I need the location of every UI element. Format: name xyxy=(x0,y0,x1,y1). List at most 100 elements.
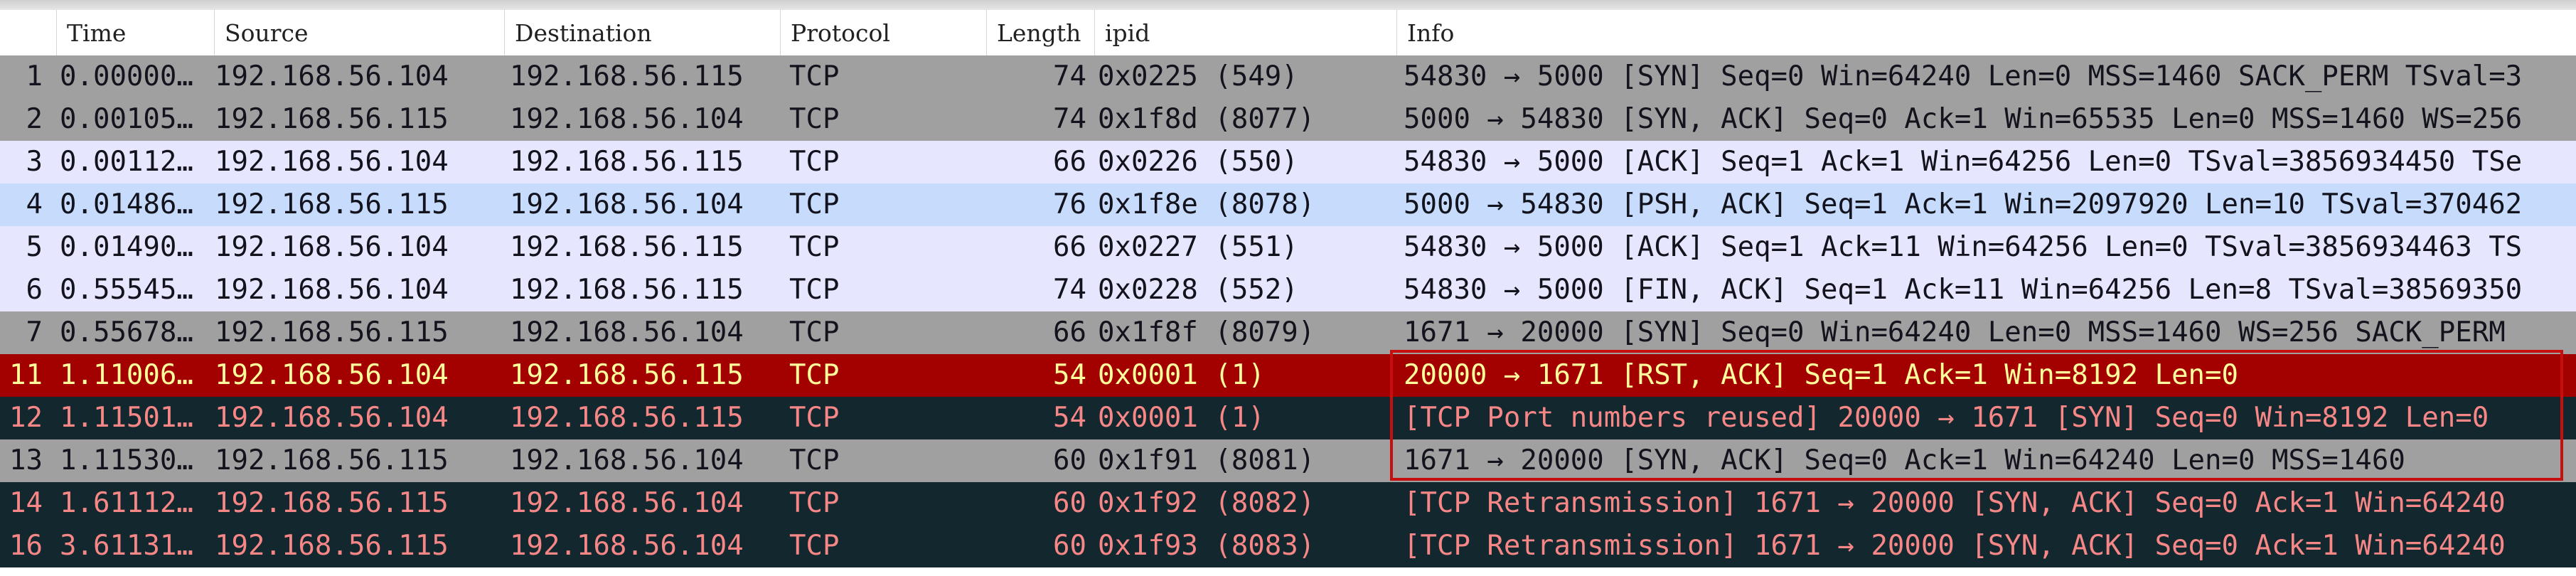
packet-length-cell: 74 xyxy=(1053,274,1086,306)
packet-ipid-cell: 0x0225 (549) xyxy=(1098,60,1298,92)
packet-source-cell: 192.168.56.104 xyxy=(215,359,449,391)
packet-no-cell: 12 xyxy=(9,402,43,434)
packet-ipid-cell: 0x0001 (1) xyxy=(1098,359,1265,391)
packet-protocol-cell: TCP xyxy=(789,188,840,220)
packet-length-cell: 66 xyxy=(1053,231,1086,263)
packet-info-cell: 1671 → 20000 [SYN] Seq=0 Win=64240 Len=0… xyxy=(1404,316,2506,348)
packet-info-cell: 54830 → 5000 [ACK] Seq=1 Ack=1 Win=64256… xyxy=(1404,146,2523,178)
packet-info-cell: 20000 → 1671 [RST, ACK] Seq=1 Ack=1 Win=… xyxy=(1404,359,2238,391)
packet-row[interactable]: 2 0.00105… 192.168.56.115 192.168.56.104 TCP… xyxy=(0,98,2576,141)
packet-row[interactable]: 14 1.61112… 192.168.56.115 192.168.56.104 TC… xyxy=(0,482,2576,525)
packet-time-cell: 0.00000… xyxy=(60,60,193,92)
packet-destination-cell: 192.168.56.104 xyxy=(510,444,744,476)
packet-protocol-cell: TCP xyxy=(789,231,840,263)
packet-row[interactable]: 4 0.01486… 192.168.56.115 192.168.56.104 TCP… xyxy=(0,183,2576,226)
packet-no-cell: 2 xyxy=(26,103,43,135)
packet-ipid-cell: 0x1f92 (8082) xyxy=(1098,487,1315,519)
column-header-time[interactable]: Time xyxy=(57,10,215,55)
packet-destination-cell: 192.168.56.115 xyxy=(510,402,744,434)
packet-no-cell: 4 xyxy=(26,188,43,220)
packet-destination-cell: 192.168.56.115 xyxy=(510,274,744,306)
packet-time-cell: 1.11006… xyxy=(60,359,193,391)
packet-no-cell: 1 xyxy=(26,60,43,92)
packet-source-cell: 192.168.56.104 xyxy=(215,146,449,178)
packet-protocol-cell: TCP xyxy=(789,359,840,391)
packet-ipid-cell: 0x0227 (551) xyxy=(1098,231,1298,263)
packet-time-cell: 0.01486… xyxy=(60,188,193,220)
packet-list-header: Time Source Destination Protocol Length … xyxy=(0,10,2576,56)
packet-protocol-cell: TCP xyxy=(789,146,840,178)
packet-no-cell: 3 xyxy=(26,146,43,178)
column-header-no[interactable] xyxy=(0,10,57,55)
column-header-protocol[interactable]: Protocol xyxy=(781,10,987,55)
column-header-length[interactable]: Length xyxy=(987,10,1095,55)
packet-destination-cell: 192.168.56.115 xyxy=(510,231,744,263)
packet-protocol-cell: TCP xyxy=(789,402,840,434)
packet-length-cell: 76 xyxy=(1053,188,1086,220)
packet-source-cell: 192.168.56.104 xyxy=(215,231,449,263)
packet-row[interactable]: 1 0.00000… 192.168.56.104 192.168.56.115 TCP… xyxy=(0,55,2576,98)
packet-row[interactable]: 3 0.00112… 192.168.56.104 192.168.56.115 TCP… xyxy=(0,141,2576,183)
packet-destination-cell: 192.168.56.115 xyxy=(510,359,744,391)
packet-ipid-cell: 0x0228 (552) xyxy=(1098,274,1298,306)
packet-protocol-cell: TCP xyxy=(789,274,840,306)
packet-length-cell: 54 xyxy=(1053,359,1086,391)
packet-protocol-cell: TCP xyxy=(789,103,840,135)
packet-list-window: Time Source Destination Protocol Length … xyxy=(0,0,2576,576)
packet-length-cell: 60 xyxy=(1053,530,1086,562)
packet-time-cell: 1.11501… xyxy=(60,402,193,434)
packet-destination-cell: 192.168.56.104 xyxy=(510,487,744,519)
packet-row[interactable]: 16 3.61131… 192.168.56.115 192.168.56.104 TC… xyxy=(0,525,2576,567)
packet-row[interactable]: 6 0.55545… 192.168.56.104 192.168.56.115 TCP… xyxy=(0,269,2576,311)
pane-splitter[interactable] xyxy=(0,0,2576,11)
packet-ipid-cell: 0x1f8d (8077) xyxy=(1098,103,1315,135)
packet-source-cell: 192.168.56.115 xyxy=(215,316,449,348)
packet-destination-cell: 192.168.56.104 xyxy=(510,188,744,220)
packet-protocol-cell: TCP xyxy=(789,444,840,476)
column-header-ipid[interactable]: ipid xyxy=(1095,10,1397,55)
packet-info-cell: [TCP Port numbers reused] 20000 → 1671 [… xyxy=(1404,402,2489,434)
packet-protocol-cell: TCP xyxy=(789,487,840,519)
packet-row[interactable]: 11 1.11006… 192.168.56.104 192.168.56.115 TC… xyxy=(0,354,2576,397)
packet-destination-cell: 192.168.56.104 xyxy=(510,530,744,562)
packet-source-cell: 192.168.56.104 xyxy=(215,402,449,434)
packet-no-cell: 16 xyxy=(9,530,43,562)
packet-length-cell: 66 xyxy=(1053,316,1086,348)
packet-time-cell: 1.11530… xyxy=(60,444,193,476)
packet-no-cell: 6 xyxy=(26,274,43,306)
column-header-info[interactable]: Info xyxy=(1397,10,2576,55)
packet-info-cell: 54830 → 5000 [ACK] Seq=1 Ack=11 Win=6425… xyxy=(1404,231,2523,263)
packet-row[interactable]: 5 0.01490… 192.168.56.104 192.168.56.115 TCP… xyxy=(0,226,2576,269)
packet-row[interactable]: 7 0.55678… 192.168.56.115 192.168.56.104 TCP… xyxy=(0,311,2576,354)
packet-length-cell: 74 xyxy=(1053,103,1086,135)
packet-info-cell: 1671 → 20000 [SYN, ACK] Seq=0 Ack=1 Win=… xyxy=(1404,444,2405,476)
packet-ipid-cell: 0x1f8e (8078) xyxy=(1098,188,1315,220)
packet-time-cell: 0.00105… xyxy=(60,103,193,135)
packet-destination-cell: 192.168.56.115 xyxy=(510,60,744,92)
packet-no-cell: 5 xyxy=(26,231,43,263)
packet-protocol-cell: TCP xyxy=(789,60,840,92)
packet-no-cell: 13 xyxy=(9,444,43,476)
packet-source-cell: 192.168.56.115 xyxy=(215,487,449,519)
packet-source-cell: 192.168.56.115 xyxy=(215,530,449,562)
packet-row[interactable]: 13 1.11530… 192.168.56.115 192.168.56.104 TC… xyxy=(0,439,2576,482)
packet-length-cell: 60 xyxy=(1053,444,1086,476)
packet-time-cell: 0.55678… xyxy=(60,316,193,348)
packet-length-cell: 66 xyxy=(1053,146,1086,178)
packet-row[interactable]: 12 1.11501… 192.168.56.104 192.168.56.115 TC… xyxy=(0,397,2576,439)
packet-length-cell: 54 xyxy=(1053,402,1086,434)
packet-no-cell: 14 xyxy=(9,487,43,519)
packet-destination-cell: 192.168.56.104 xyxy=(510,316,744,348)
packet-ipid-cell: 0x0001 (1) xyxy=(1098,402,1265,434)
packet-source-cell: 192.168.56.104 xyxy=(215,60,449,92)
packet-length-cell: 60 xyxy=(1053,487,1086,519)
packet-info-cell: [TCP Retransmission] 1671 → 20000 [SYN, … xyxy=(1404,487,2506,519)
packet-list: 1 0.00000… 192.168.56.104 192.168.56.115 TCP… xyxy=(0,55,2576,576)
column-header-destination[interactable]: Destination xyxy=(505,10,781,55)
column-header-source[interactable]: Source xyxy=(215,10,505,55)
packet-time-cell: 0.01490… xyxy=(60,231,193,263)
packet-info-cell: 5000 → 54830 [SYN, ACK] Seq=0 Ack=1 Win=… xyxy=(1404,103,2523,135)
packet-time-cell: 1.61112… xyxy=(60,487,193,519)
packet-ipid-cell: 0x1f91 (8081) xyxy=(1098,444,1315,476)
packet-length-cell: 74 xyxy=(1053,60,1086,92)
